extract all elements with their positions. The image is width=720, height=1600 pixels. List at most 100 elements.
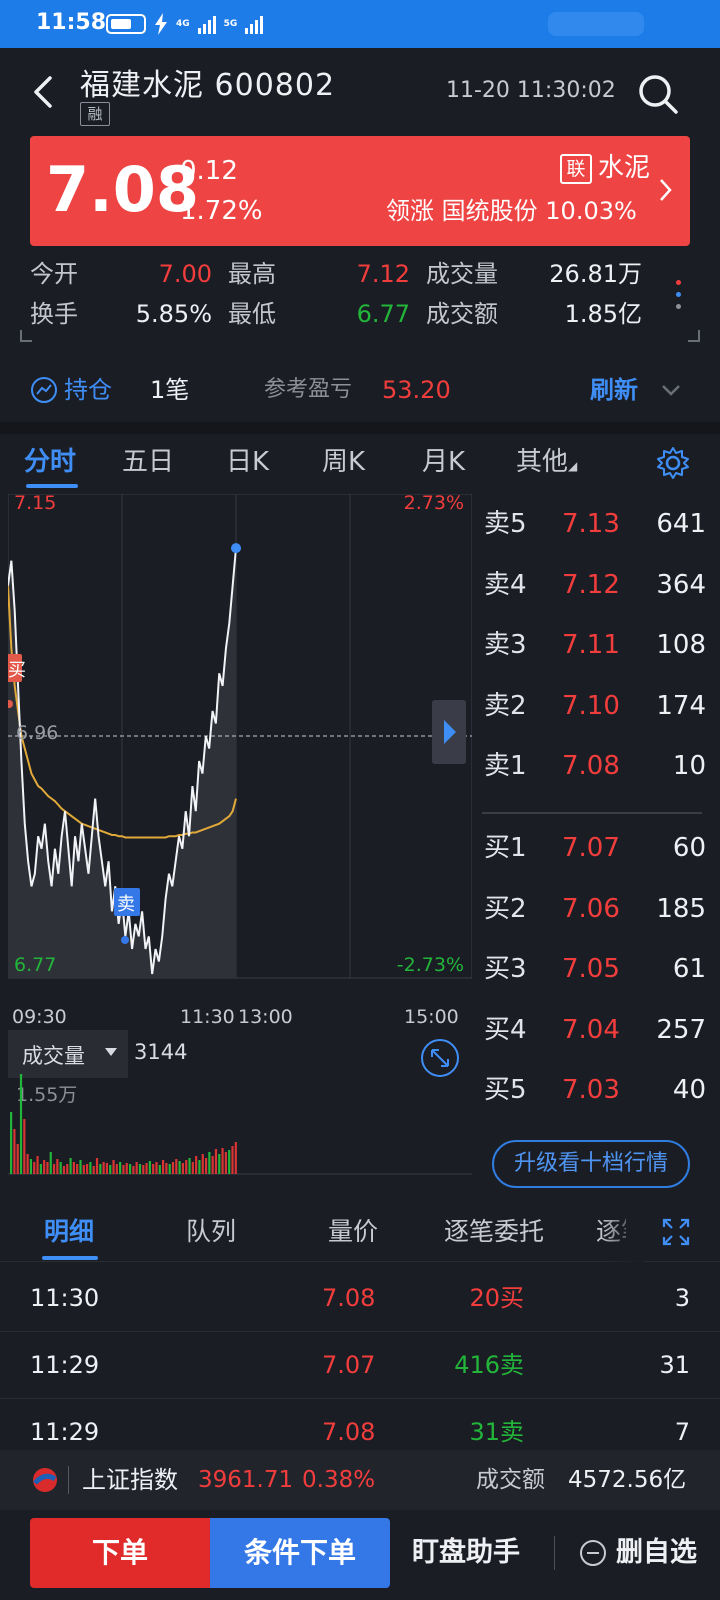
remove-watchlist-button[interactable]: 删自选 [616,1534,697,1572]
upgrade-ten-level-button[interactable]: 升级看十档行情 [492,1140,690,1188]
level-volume: 40 [672,1075,706,1106]
trade-time: 11:29 [30,1351,100,1379]
bid-row[interactable]: 买5 7.03 40 [476,1060,706,1120]
volume-bar [185,1160,188,1174]
fullscreen-icon[interactable] [660,1216,692,1248]
tab-detail[interactable]: 明细 [44,1214,94,1250]
trade-qty: 31卖 [469,1418,524,1446]
charging-icon [155,13,167,35]
volume-bar [105,1163,109,1174]
tab-intraday[interactable]: 分时 [24,444,76,480]
volume-bar [112,1160,115,1174]
leader-name: 国统股份 [441,197,538,225]
open-label: 今开 [30,260,78,288]
index-logo-icon [33,1468,57,1492]
level-price: 7.04 [562,1014,620,1045]
tab-daily-k[interactable]: 日K [226,444,269,480]
volume-bar [109,1165,112,1174]
bid-row[interactable]: 买1 7.07 60 [476,818,706,878]
leader-label: 领涨 [386,197,434,225]
ask-row[interactable]: 卖5 7.13 641 [476,494,706,554]
bracket-corner-right [688,330,700,342]
volume-bar [23,1119,26,1174]
tab-active-underline [26,484,78,488]
level-label: 买5 [484,1075,527,1106]
volume-bar [102,1162,105,1174]
tab-order-by-order[interactable]: 逐笔委托 [444,1214,544,1250]
volume-bar [231,1146,234,1174]
bid-row[interactable]: 买4 7.04 257 [476,1000,706,1060]
volume-bar [52,1164,56,1174]
level-price: 7.11 [562,630,620,661]
volume-bar [224,1152,227,1174]
tab-fade-overlay [600,1206,644,1262]
stock-title: 福建水泥 600802 [80,60,335,104]
ask-row[interactable]: 卖3 7.11 108 [476,615,706,675]
bid-row[interactable]: 买3 7.05 61 [476,939,706,999]
sector-leader: 领涨 国统股份 10.03% [386,194,637,228]
gear-icon[interactable] [656,446,690,480]
ask-row[interactable]: 卖2 7.10 174 [476,676,706,736]
last-price-dot [231,543,241,554]
low-label: 最低 [228,300,276,328]
level-price: 7.13 [562,509,620,539]
turnover-label: 换手 [30,300,78,328]
volume-bar [234,1142,237,1174]
chevron-down-icon[interactable] [660,380,682,400]
leader-pct: 10.03% [545,197,637,225]
tab-volume-price[interactable]: 量价 [328,1214,378,1250]
volume-bar [119,1162,122,1174]
ask-row[interactable]: 卖1 7.08 10 [476,736,706,796]
low-value: 6.77 [356,300,410,328]
volume-bar [92,1166,95,1174]
ask-row[interactable]: 卖4 7.12 364 [476,555,706,615]
bid-row[interactable]: 买2 7.06 185 [476,879,706,939]
level-price: 7.03 [562,1075,620,1106]
trade-row: 11:29 7.07 416卖 31 [0,1331,720,1399]
price-change: 0.12 [180,156,238,186]
holding-label[interactable]: 持仓 [64,372,112,408]
trade-price: 7.08 [322,1284,376,1312]
ref-price-label: 6.96 [16,722,59,744]
stock-name: 福建水泥 [80,68,204,103]
volume-bar [115,1164,118,1174]
watch-helper-button[interactable]: 盯盘助手 [412,1534,520,1572]
current-price: 7.08 [46,153,199,226]
tab-monthly-k[interactable]: 月K [422,444,465,480]
market-index-bar[interactable]: 上证指数 3961.71 0.38% 成交额 4572.56亿 [0,1450,720,1510]
level-volume: 185 [656,893,706,924]
volume-bar [135,1162,138,1174]
intraday-chart[interactable]: 买卖 7.15 2.73% 6.77 -2.73% 6.96 [8,492,472,1002]
volume-panel: 成交量 3144 1.55万 [8,1030,472,1202]
tab-other[interactable]: 其他◢ [516,444,577,484]
trade-count: 31 [659,1351,690,1379]
volume-bar [188,1158,191,1174]
tab-weekly-k[interactable]: 周K [322,444,365,480]
volume-bar [69,1158,72,1174]
refresh-button[interactable]: 刷新 [590,372,638,408]
level-volume: 641 [656,509,706,539]
minus-circle-icon[interactable] [578,1538,608,1568]
volume-bar [16,1144,19,1174]
tab-queue[interactable]: 队列 [186,1214,236,1250]
conditional-order-button[interactable]: 条件下单 [210,1518,390,1588]
price-change-pct: 1.72% [180,196,263,226]
level-price: 7.07 [562,833,620,863]
search-icon[interactable] [636,72,680,116]
tab-five-day[interactable]: 五日 [122,444,174,480]
position-chart-icon[interactable] [30,376,58,404]
sell-marker-label: 卖 [117,894,135,915]
level-volume: 257 [656,1014,706,1045]
index-separator [68,1466,69,1494]
place-order-button[interactable]: 下单 [30,1518,210,1588]
back-arrow-icon[interactable] [28,74,58,110]
volume-bar [214,1149,218,1174]
price-banner[interactable]: 7.08 0.12 1.72% 联 水泥 领涨 国统股份 10.03% [30,136,690,246]
trade-count: 7 [674,1418,690,1446]
time-label-1130: 11:30 [180,1006,235,1028]
level-label: 买2 [484,893,527,924]
more-dots-icon[interactable] [670,272,686,316]
volume-bar [76,1164,79,1174]
volume-bar [138,1164,142,1174]
volume-bar [221,1148,224,1174]
